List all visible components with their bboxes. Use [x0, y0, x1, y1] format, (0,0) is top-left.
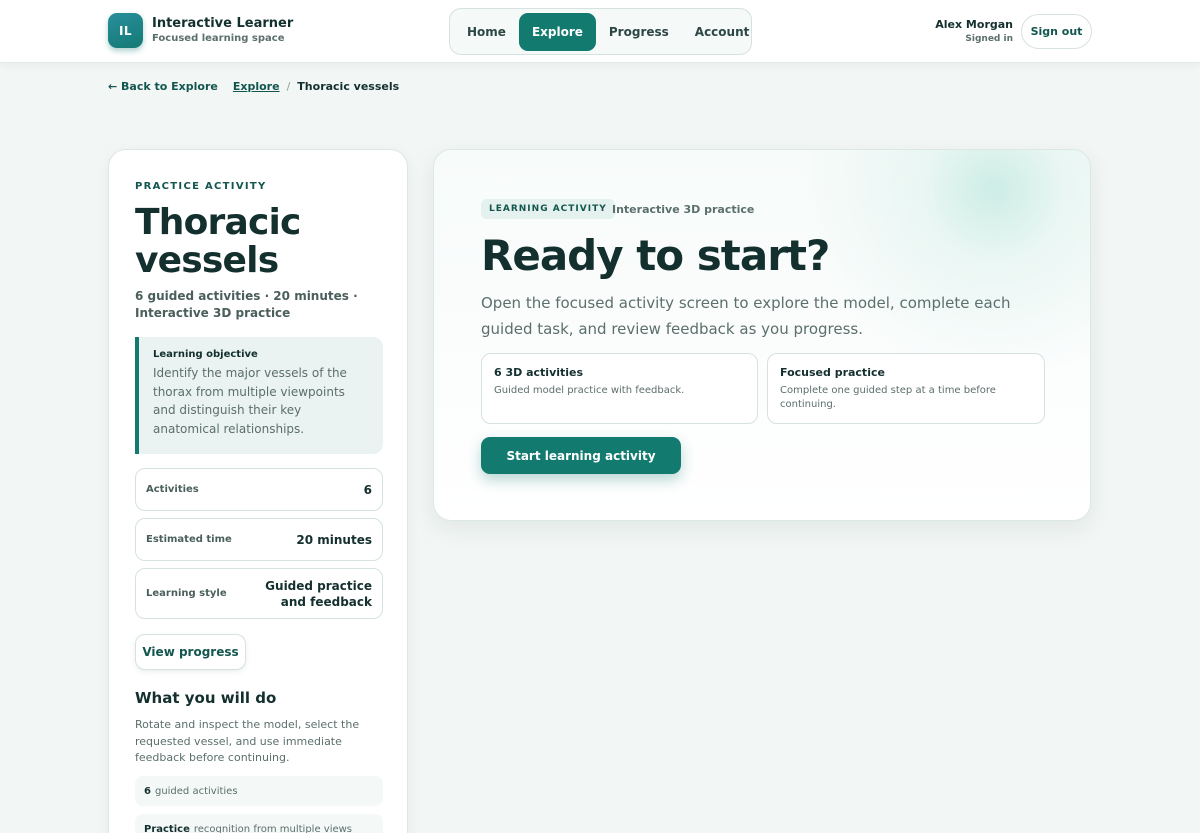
list-item-bold: 6 — [144, 785, 151, 797]
stat-estimated-time: Estimated time 20 minutes — [135, 518, 383, 561]
info-card-text: Guided model practice with feedback. — [494, 385, 685, 396]
info-card-title: 6 3D activities — [494, 366, 584, 379]
activity-summary-card: PRACTICE ACTIVITY Thoracic vessels 6 gui… — [108, 149, 408, 833]
user-info: Alex Morgan Signed in — [925, 18, 1013, 46]
sign-out-button[interactable]: Sign out — [1021, 14, 1092, 49]
breadcrumb-explore-link[interactable]: Explore — [233, 80, 280, 93]
list-item: Practice recognition from multiple views — [135, 814, 383, 833]
brand-subtitle: Focused learning space — [152, 33, 285, 44]
brand-title: Interactive Learner — [152, 16, 294, 31]
breadcrumb-current: Thoracic vessels — [297, 80, 400, 93]
learning-objective: Learning objective Identify the major ve… — [135, 337, 383, 454]
nav-home[interactable]: Home — [454, 13, 519, 51]
activity-title: Thoracic vessels — [135, 202, 301, 281]
list-item-bold: Practice — [144, 823, 190, 833]
objective-label: Learning objective — [153, 349, 258, 360]
user-status: Signed in — [965, 34, 1013, 44]
info-card-focused-practice: Focused practice Complete one guided ste… — [767, 353, 1045, 424]
learning-activity-chip: LEARNING ACTIVITY — [481, 199, 615, 219]
list-item-text: recognition from multiple views — [193, 823, 353, 833]
list-item: 6 guided activities — [135, 776, 383, 806]
start-activity-card: LEARNING ACTIVITY Interactive 3D practic… — [433, 149, 1091, 521]
user-name: Alex Morgan — [935, 18, 1013, 31]
activity-type-label: Interactive 3D practice — [612, 203, 755, 216]
top-bar: IL Interactive Learner Focused learning … — [0, 0, 1200, 63]
stat-label: Estimated time — [146, 534, 232, 545]
brand-text: Interactive Learner Focused learning spa… — [152, 16, 293, 45]
breadcrumb: ← Back to Explore Explore / Thoracic ves… — [108, 80, 399, 93]
brand[interactable]: IL Interactive Learner Focused learning … — [108, 13, 293, 48]
nav-progress[interactable]: Progress — [596, 13, 682, 51]
stat-label: Learning style — [146, 588, 227, 599]
practice-activity-eyebrow: PRACTICE ACTIVITY — [135, 181, 267, 192]
brand-logo: IL — [108, 13, 143, 48]
view-progress-button[interactable]: View progress — [135, 634, 246, 670]
stat-label: Activities — [146, 484, 199, 495]
objective-text: Identify the major vessels of the thorax… — [153, 366, 347, 436]
info-card-text: Complete one guided step at a time befor… — [780, 385, 996, 410]
activity-meta: 6 guided activities · 20 minutes · Inter… — [135, 289, 358, 320]
start-learning-activity-button[interactable]: Start learning activity — [481, 437, 681, 474]
breadcrumb-separator: / — [286, 80, 291, 93]
back-to-explore-link[interactable]: ← Back to Explore — [108, 80, 218, 93]
stat-value: 6 — [363, 482, 372, 497]
stat-value: Guided practice and feedback — [265, 578, 372, 609]
stat-learning-style: Learning style Guided practice and feedb… — [135, 568, 383, 619]
activity-description: Open the focused activity screen to expl… — [481, 294, 1011, 338]
info-card-title: Focused practice — [780, 366, 885, 379]
what-you-will-do-text: Rotate and inspect the model, select the… — [135, 718, 360, 764]
nav-explore[interactable]: Explore — [518, 12, 596, 51]
ready-to-start-heading: Ready to start? — [481, 231, 830, 280]
stat-activities: Activities 6 — [135, 468, 383, 511]
info-card-activities: 6 3D activities Guided model practice wi… — [481, 353, 758, 424]
what-you-will-do-heading: What you will do — [135, 689, 277, 707]
stat-value: 20 minutes — [296, 532, 372, 547]
nav-account[interactable]: Account — [682, 13, 763, 51]
main-nav: Home Explore Progress Account — [449, 8, 752, 55]
list-item-text: guided activities — [154, 785, 238, 797]
